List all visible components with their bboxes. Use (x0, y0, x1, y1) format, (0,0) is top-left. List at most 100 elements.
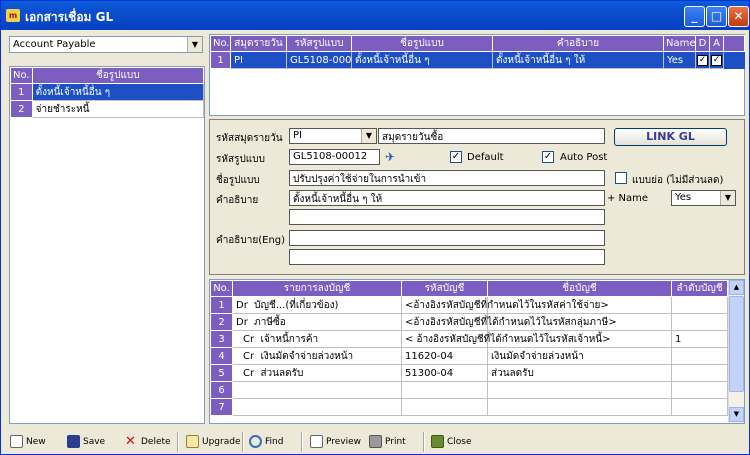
find-icon (249, 435, 262, 448)
entry-header-order: ลำดับบัญชี (671, 280, 728, 297)
save-icon (67, 435, 80, 448)
delete-button[interactable]: ✕ Delete (125, 434, 171, 450)
row-a-checkbox[interactable]: ✓ (709, 51, 724, 69)
entry-code[interactable] (401, 381, 488, 399)
scroll-up-icon[interactable]: ▲ (729, 280, 744, 295)
entry-name[interactable] (487, 381, 672, 399)
table-row[interactable]: 1 PI GL5108-00012 ตั้งหนี้เจ้าหนี้อื่น ๆ… (210, 51, 745, 69)
minimize-button[interactable]: _ (684, 6, 705, 27)
grid-header-no: No. (210, 35, 231, 52)
entry-code[interactable]: <อ้างอิงรหัสบัญชีที่กำหนดไว้ในรหัสค่าใช้… (401, 296, 609, 314)
close-window-button[interactable]: ✕ (728, 6, 749, 27)
table-row[interactable]: 5 Cr ส่วนลดรับ 51300-04 ส่วนลดรับ (210, 364, 728, 382)
entry-code[interactable] (401, 398, 488, 416)
default-checkbox[interactable]: ✓ (450, 151, 462, 163)
entry-item[interactable] (232, 398, 402, 416)
journal-format-grid[interactable]: No. สมุดรายวัน รหัสรูปแบบ ชื่อรูปแบบ คำอ… (209, 34, 745, 116)
chevron-down-icon[interactable]: ▼ (361, 129, 376, 143)
entry-code[interactable]: <อ้างอิงรหัสบัญชีที่ได้กำหนดไว้ในรหัสกลุ… (401, 313, 617, 331)
journal-select[interactable]: PI ▼ (289, 128, 377, 144)
table-row[interactable]: 3 Cr เจ้าหนี้การค้า < อ้างอิงรหัสบัญชีที่ไ… (210, 330, 728, 348)
autopost-checkbox[interactable]: ✓ (542, 151, 554, 163)
entry-order[interactable] (671, 347, 728, 365)
row-d-checkbox[interactable]: ✓ (695, 51, 710, 69)
print-button[interactable]: Print (369, 434, 406, 450)
entry-item[interactable]: Dr บัญชี...(ที่เกี่ยวข้อง) (232, 296, 402, 314)
entry-name[interactable]: ส่วนลดรับ (487, 364, 672, 382)
entry-no: 2 (210, 313, 233, 331)
list-item[interactable]: 1 ตั้งหนี้เจ้าหนี้อื่น ๆ (10, 83, 205, 101)
entry-name[interactable] (487, 398, 672, 416)
format-code-field[interactable]: GL5108-00012 (289, 149, 380, 165)
desc-field[interactable]: ตั้งหนี้เจ้าหนี้อื่น ๆ ให้ (289, 190, 605, 206)
format-name-field[interactable]: ปรับปรุงค่าใช้จ่ายในการนำเข้า (289, 170, 605, 186)
journal-format-table: No. สมุดรายวัน รหัสรูปแบบ ชื่อรูปแบบ คำอ… (210, 35, 745, 69)
list-item-no: 2 (10, 100, 33, 118)
new-button[interactable]: New (10, 434, 46, 450)
gl-entries-grid[interactable]: No. รายการลงบัญชี รหัสบัญชี ชื่อบัญชี ลำ… (209, 279, 745, 424)
journal-name-field[interactable]: สมุดรายวันซื้อ (378, 128, 605, 144)
title-bar[interactable]: m เอกสารเชื่อม GL _ □ ✕ (1, 1, 749, 30)
entry-item[interactable]: Dr ภาษีซื้อ (232, 313, 402, 331)
chevron-down-icon[interactable]: ▼ (720, 191, 735, 205)
name-option-value: Yes (675, 192, 692, 203)
list-item-name: ตั้งหนี้เจ้าหนี้อื่น ๆ (31, 83, 205, 101)
entry-code[interactable]: 11620-04 (401, 347, 488, 365)
entry-order[interactable] (671, 398, 728, 416)
close-button[interactable]: Close (431, 434, 472, 450)
entry-no: 3 (210, 330, 233, 348)
autopost-label: Auto Post (560, 152, 608, 163)
entry-item[interactable]: Cr เงินมัดจำจ่ายล่วงหน้า (232, 347, 402, 365)
entry-order[interactable] (671, 381, 728, 399)
default-label: Default (467, 152, 504, 163)
upgrade-icon (186, 435, 199, 448)
entry-order[interactable] (671, 364, 728, 382)
table-row[interactable]: 2 Dr ภาษีซื้อ <อ้างอิงรหัสบัญชีที่ได้กำหนด… (210, 313, 728, 331)
entry-code[interactable]: 51300-04 (401, 364, 488, 382)
table-row[interactable]: 7 (210, 398, 728, 416)
entry-item[interactable]: Cr เจ้าหนี้การค้า (232, 330, 402, 348)
runner-icon[interactable]: ✈ (382, 149, 398, 165)
format-list[interactable]: No. ชื่อรูปแบบ 1 ตั้งหนี้เจ้าหนี้อื่น ๆ … (9, 66, 205, 424)
desc-eng-field[interactable] (289, 230, 605, 246)
exit-icon (431, 435, 444, 448)
vertical-scrollbar[interactable]: ▲ ▼ (728, 280, 744, 423)
row-name-opt: Yes (663, 51, 696, 69)
scroll-thumb[interactable] (729, 296, 744, 392)
module-select[interactable]: Account Payable ▼ (9, 36, 203, 53)
entry-item[interactable]: Cr ส่วนลดรับ (232, 364, 402, 382)
maximize-button[interactable]: □ (706, 6, 727, 27)
compact-checkbox[interactable] (615, 172, 627, 184)
table-row[interactable]: 4 Cr เงินมัดจำจ่ายล่วงหน้า 11620-04 เงินมัด… (210, 347, 728, 365)
find-button[interactable]: Find (249, 434, 283, 450)
table-row[interactable]: 6 (210, 381, 728, 399)
entry-item[interactable] (232, 381, 402, 399)
desc-eng-field-2[interactable] (289, 249, 605, 265)
list-item[interactable]: 2 จ่ายชำระหนี้ (10, 100, 205, 118)
scroll-down-icon[interactable]: ▼ (729, 407, 744, 422)
chevron-down-icon[interactable]: ▼ (187, 37, 202, 52)
entry-no: 5 (210, 364, 233, 382)
link-gl-button[interactable]: LINK GL (614, 128, 727, 146)
grid-header-name: ชื่อรูปแบบ (351, 35, 493, 52)
desc-field-2[interactable] (289, 209, 605, 225)
entry-header-name: ชื่อบัญชี (487, 280, 672, 297)
table-row[interactable]: 1 Dr บัญชี...(ที่เกี่ยวข้อง) <อ้างอิงรหัสบ… (210, 296, 728, 314)
app-icon: m (6, 9, 20, 22)
entry-name[interactable]: เงินมัดจำจ่ายล่วงหน้า (487, 347, 672, 365)
format-code-label: รหัสรูปแบบ (216, 154, 265, 165)
entry-item-label: บัญชี...(ที่เกี่ยวข้อง) (254, 299, 339, 311)
entry-side: Cr (243, 333, 255, 345)
preview-button[interactable]: Preview (310, 434, 361, 450)
entry-order[interactable] (671, 313, 728, 331)
entry-code[interactable]: < อ้างอิงรหัสบัญชีที่ได้กำหนดไว้ในรหัสเจ… (401, 330, 611, 348)
journal-label: รหัสสมุดรายวัน (216, 133, 283, 144)
journal-select-value: PI (293, 130, 302, 141)
entry-item-label: เจ้าหนี้การค้า (260, 333, 319, 345)
entry-order[interactable] (671, 296, 728, 314)
upgrade-button[interactable]: Upgrade (186, 434, 240, 450)
name-option-select[interactable]: Yes ▼ (671, 190, 736, 206)
entry-order[interactable]: 1 (671, 330, 728, 348)
entry-item-label: เงินมัดจำจ่ายล่วงหน้า (260, 350, 354, 362)
save-button[interactable]: Save (67, 434, 105, 450)
